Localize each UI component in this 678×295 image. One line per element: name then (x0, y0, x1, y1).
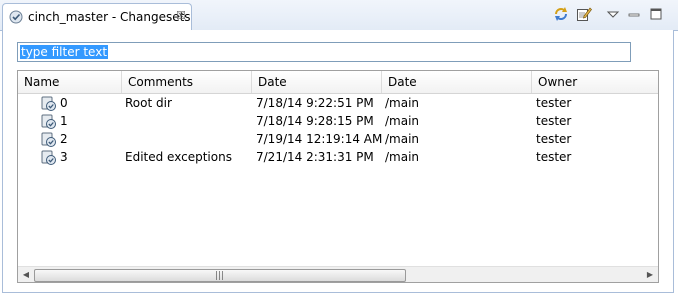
scroll-left-icon[interactable]: ◀ (18, 267, 34, 282)
changesets-tab[interactable]: cinch_master - Changesets ☒ (2, 3, 192, 30)
changesets-table[interactable]: Name Comments Date Date Owner 0 Root dir… (17, 70, 659, 283)
cell-branch: /main (385, 132, 420, 146)
horizontal-scrollbar[interactable]: ◀ ||| ▶ (18, 266, 658, 282)
cell-date: 7/21/14 2:31:31 PM (256, 150, 374, 164)
cell-name: 0 (60, 96, 68, 110)
cell-comments: Root dir (125, 96, 172, 110)
cell-comments: Edited exceptions (125, 150, 232, 164)
cell-name: 1 (60, 114, 68, 128)
cell-branch: /main (385, 96, 420, 110)
changesets-view-icon (9, 10, 23, 24)
column-header-name[interactable]: Name (18, 71, 122, 93)
cell-branch: /main (385, 114, 420, 128)
view-menu-icon[interactable] (605, 6, 621, 22)
cell-name: 3 (60, 150, 68, 164)
cell-date: 7/18/14 9:28:15 PM (256, 114, 374, 128)
filter-input[interactable]: type filter text (17, 42, 631, 62)
cell-owner: tester (536, 132, 572, 146)
column-header-date[interactable]: Date (252, 71, 382, 93)
filter-text[interactable]: type filter text (20, 45, 109, 59)
column-header-date-2[interactable]: Date (382, 71, 532, 93)
tab-title: cinch_master - Changesets (28, 10, 191, 24)
table-row[interactable]: 0 Root dir 7/18/14 9:22:51 PM /main test… (18, 94, 658, 112)
scrollbar-grip-icon: ||| (215, 271, 225, 281)
cell-name: 2 (60, 132, 68, 146)
column-header-comments[interactable]: Comments (122, 71, 252, 93)
sync-icon[interactable] (553, 6, 569, 22)
edit-icon[interactable] (576, 6, 592, 22)
changeset-icon (41, 150, 56, 165)
minimize-icon[interactable] (626, 6, 642, 22)
changeset-icon (41, 114, 56, 129)
table-header: Name Comments Date Date Owner (18, 71, 658, 94)
changeset-icon (41, 132, 56, 147)
scrollbar-thumb[interactable]: ||| (34, 269, 406, 282)
cell-owner: tester (536, 114, 572, 128)
maximize-icon[interactable] (648, 6, 664, 22)
changeset-icon (41, 96, 56, 111)
table-row[interactable]: 2 7/19/14 12:19:14 AM /main tester (18, 130, 658, 148)
close-tab-icon[interactable]: ☒ (176, 9, 186, 22)
cell-owner: tester (536, 150, 572, 164)
cell-branch: /main (385, 150, 420, 164)
cell-owner: tester (536, 96, 572, 110)
view-tabstrip: cinch_master - Changesets ☒ (0, 0, 678, 31)
table-row[interactable]: 3 Edited exceptions 7/21/14 2:31:31 PM /… (18, 148, 658, 166)
scroll-right-icon[interactable]: ▶ (642, 267, 658, 282)
column-header-owner[interactable]: Owner (532, 71, 658, 93)
cell-date: 7/19/14 12:19:14 AM (256, 132, 383, 146)
cell-date: 7/18/14 9:22:51 PM (256, 96, 374, 110)
table-row[interactable]: 1 7/18/14 9:28:15 PM /main tester (18, 112, 658, 130)
